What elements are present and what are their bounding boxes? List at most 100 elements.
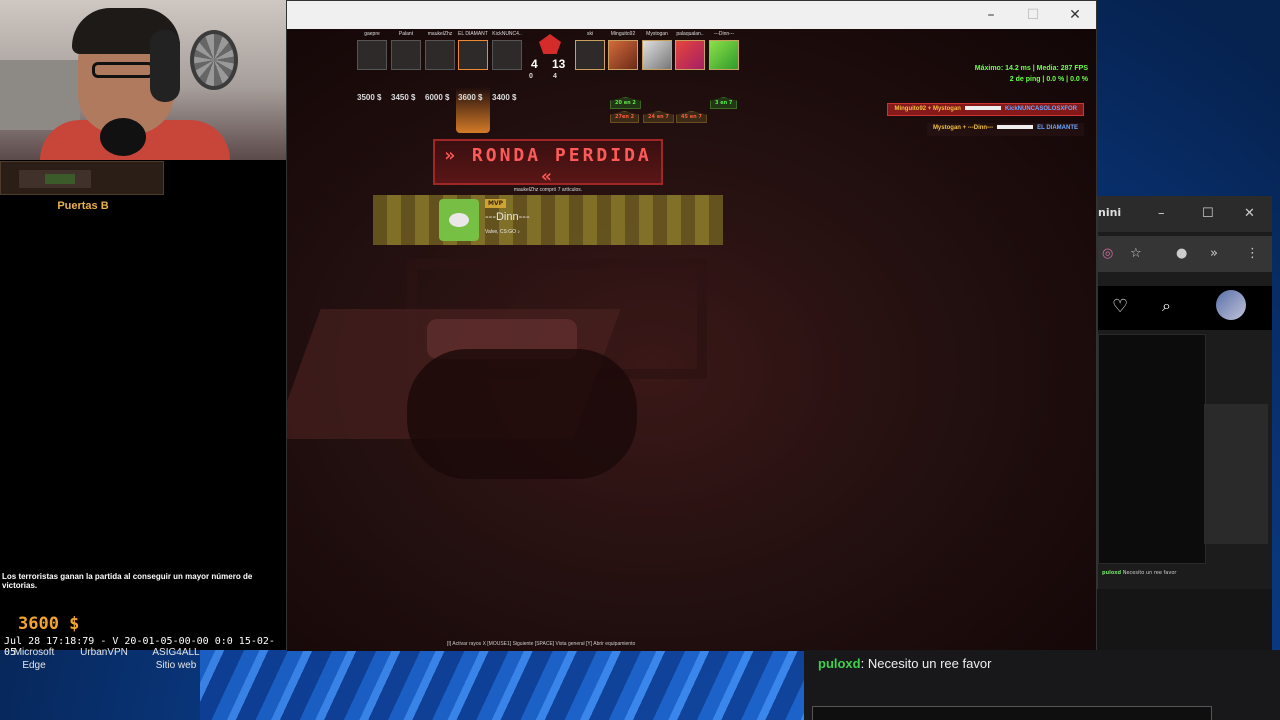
- nested-browser-preview: [1204, 404, 1268, 544]
- search-icon[interactable]: ⌕: [1162, 296, 1171, 316]
- performance-overlay: Máximo: 14.2 ms | Media: 287 FPS 2 de pi…: [975, 63, 1088, 85]
- killfeed-attacker: Mystogan + ---Dinn---: [932, 125, 994, 131]
- chat-text: Necesito un ree favor: [867, 656, 992, 671]
- player-avatar: [458, 40, 488, 70]
- streak-badge: 27en 2: [610, 111, 640, 123]
- mvp-music-kit: Valve, CS:GO ♪: [485, 229, 520, 235]
- window-titlebar[interactable]: – ☐ ✕: [287, 1, 1096, 29]
- perf-line-2: 2 de ping | 0.0 % | 0.0 %: [1009, 76, 1088, 83]
- killfeed-attacker: Minguito92 + Mystogan: [894, 106, 961, 112]
- stream-overlay: Puertas B Los terroristas ganan la parti…: [0, 0, 286, 658]
- profile-icon[interactable]: ●: [1176, 246, 1187, 261]
- t-player-5: ---Dinn---: [709, 31, 739, 70]
- player-avatar: [642, 40, 672, 70]
- minimize-button[interactable]: –: [971, 5, 1011, 25]
- webcam-fan: [190, 30, 238, 90]
- ct-player-5: KickNUNC4..: [492, 31, 522, 70]
- mvp-avatar: [439, 199, 479, 241]
- maximize-button[interactable]: ☐: [1013, 5, 1053, 25]
- extension-icon[interactable]: ◎: [1102, 246, 1113, 261]
- browser-tab-row: nini – ☐ ✕: [1098, 196, 1272, 232]
- bomb-icon: [539, 34, 561, 54]
- radar-location: Puertas B: [57, 200, 109, 212]
- browser-window[interactable]: nini – ☐ ✕ ◎ ☆ ● » ⋮ ♡ ⌕ puloxd Necesito…: [1097, 196, 1272, 650]
- player-avatar: [675, 40, 705, 70]
- desktop-icon-asig4all[interactable]: ASIG4ALL Sitio web: [146, 646, 206, 672]
- player-money: 3600 $: [18, 614, 80, 634]
- spectator-hints: [I] Activar rayos X [MOUSE1] Siguiente […: [447, 641, 636, 647]
- killfeed-row: Mystogan + ---Dinn--- EL DIAMANTE: [926, 123, 1084, 136]
- streak-badge: 24 en 7: [643, 111, 674, 123]
- streak-badge: 3 en 7: [710, 97, 738, 109]
- player-name: ski: [586, 31, 594, 37]
- user-avatar[interactable]: [1216, 290, 1246, 320]
- game-window[interactable]: – ☐ ✕ gaepre Palant maukelZhz EL DIAMANT…: [286, 0, 1097, 651]
- player-avatar: [357, 40, 387, 70]
- perf-line-1: Máximo: 14.2 ms | Media: 287 FPS: [974, 65, 1088, 72]
- ct-player-4: EL DIAMANTE: [458, 31, 488, 70]
- heart-icon[interactable]: ♡: [1112, 296, 1128, 317]
- wallpaper-waves: [200, 650, 820, 720]
- webcam-background-shelf: [0, 60, 80, 130]
- player-name: palaqualan..: [676, 31, 704, 37]
- desktop-icon-urbanvpn[interactable]: UrbanVPN: [74, 646, 134, 659]
- game-viewport[interactable]: gaepre Palant maukelZhz EL DIAMANTE Kick…: [287, 29, 1096, 651]
- close-button[interactable]: ✕: [1055, 5, 1095, 25]
- close-icon[interactable]: ✕: [1244, 206, 1255, 221]
- ct-player-1-money: 3500 $: [357, 93, 382, 102]
- minimize-icon[interactable]: –: [1158, 206, 1165, 221]
- browser-footer: [1097, 589, 1272, 650]
- browser-toolbar: ◎ ☆ ● » ⋮: [1098, 236, 1272, 272]
- nested-stream-preview: [1098, 334, 1206, 564]
- t-player-4: palaqualan..: [675, 31, 705, 70]
- bookmark-star-icon[interactable]: ☆: [1130, 246, 1142, 261]
- minimap-zone: [45, 174, 75, 184]
- maximize-icon[interactable]: ☐: [1202, 206, 1214, 221]
- player-avatar: [425, 40, 455, 70]
- ct-player-2-money: 3450 $: [391, 93, 416, 102]
- round-lost-title: » RONDA PERDIDA «: [444, 145, 652, 187]
- player-name: KickNUNC4..: [492, 31, 522, 37]
- webcam-microphone: [100, 118, 146, 156]
- t-score: 13: [552, 57, 566, 71]
- killfeed-row: Minguito92 + Mystogan KickNUNCASOLOSXFOR: [887, 103, 1084, 116]
- chat-input[interactable]: [812, 706, 1212, 720]
- killfeed-victim: KickNUNCASOLOSXFOR: [1004, 106, 1077, 112]
- player-name: Minguito92: [610, 31, 636, 37]
- player-name: Mystogan: [646, 31, 668, 37]
- ct-alive-count: 0: [529, 73, 533, 80]
- menu-kebab-icon[interactable]: ⋮: [1246, 246, 1259, 261]
- webcam-feed: [0, 0, 286, 160]
- chat-preview-user: puloxd: [1102, 570, 1122, 576]
- round-lost-subtitle: maukelZhz compró 7 artículos.: [513, 187, 583, 193]
- webcam-headset: [150, 30, 180, 102]
- ct-player-4-money: 3600 $: [458, 93, 483, 102]
- round-end-message: Los terroristas ganan la partida al cons…: [2, 572, 253, 590]
- killfeed-victim: EL DIAMANTE: [1037, 125, 1078, 131]
- browser-tab-label[interactable]: nini: [1098, 206, 1121, 219]
- streak-badge: 20 en 2: [610, 97, 641, 109]
- mvp-tag: MVP: [485, 199, 507, 208]
- webcam-person-glasses: [92, 62, 154, 78]
- player-name: gaepre: [364, 31, 380, 37]
- scene-player-body: [407, 349, 637, 479]
- player-avatar: [391, 40, 421, 70]
- ct-score: 4: [531, 57, 538, 71]
- chat-message: puloxd: Necesito un ree favor: [818, 656, 992, 671]
- ct-player-5-money: 3400 $: [492, 93, 517, 102]
- chevron-more-icon[interactable]: »: [1210, 246, 1218, 261]
- ct-player-3-money: 6000 $: [425, 93, 450, 102]
- ct-player-2: Palant: [391, 31, 421, 70]
- page-header: ♡ ⌕: [1098, 286, 1272, 330]
- t-player-1: ski: [575, 31, 605, 70]
- player-name: EL DIAMANTE: [458, 31, 488, 37]
- stream-chat: puloxd: Necesito un ree favor: [804, 650, 1280, 720]
- t-player-2: Minguito92: [608, 31, 638, 70]
- player-name: maukelZhz: [427, 31, 453, 37]
- t-alive-count: 4: [553, 73, 557, 80]
- player-avatar: [575, 40, 605, 70]
- player-name: Palant: [398, 31, 414, 37]
- desktop-icon-edge[interactable]: Microsoft Edge: [6, 646, 62, 672]
- chat-username: puloxd: [818, 656, 861, 671]
- player-avatar: [608, 40, 638, 70]
